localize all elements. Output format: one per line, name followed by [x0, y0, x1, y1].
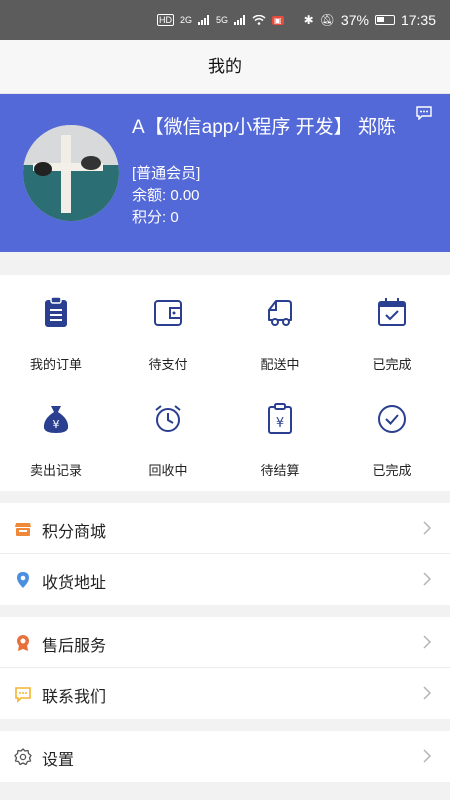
bluetooth-icon: ✱ — [303, 13, 314, 27]
order-item-recycling[interactable]: 回收中 — [112, 401, 224, 479]
order-item-delivering[interactable]: 配送中 — [224, 295, 336, 373]
chevron-right-icon — [423, 749, 432, 763]
signal-2g-label: 2G — [180, 15, 193, 25]
chevron-right-icon — [423, 686, 432, 700]
chat-icon — [15, 687, 31, 703]
location-pin-icon — [17, 572, 29, 588]
check-circle-icon — [378, 405, 406, 433]
menu-group-shopping: 积分商城 收货地址 — [0, 503, 450, 605]
profile-name: A【微信app小程序 开发】 郑陈 — [132, 117, 396, 138]
status-right: ✱ 🔕︎ 37% 17:35 — [304, 12, 436, 28]
app-notification-icon: ▣ — [272, 15, 284, 25]
order-item-label: 已完成 — [372, 463, 412, 478]
menu-item-label: 收货地址 — [42, 575, 107, 592]
member-level: [普通会员] — [132, 165, 201, 182]
order-item-pending-payment[interactable]: 待支付 — [112, 295, 224, 373]
menu-group-support: 售后服务 联系我们 — [0, 617, 450, 719]
wallet-icon — [154, 300, 182, 326]
order-item-completed[interactable]: 已完成 — [336, 295, 448, 373]
menu-item-shipping-address[interactable]: 收货地址 — [0, 554, 450, 605]
money-bag-icon: ¥ — [43, 406, 69, 433]
order-item-pending-settlement[interactable]: ¥ 待结算 — [224, 401, 336, 479]
signal-5g-label: 5G — [216, 15, 229, 25]
signal-bars-icon — [198, 15, 210, 25]
avatar[interactable] — [23, 125, 119, 221]
mute-icon: 🔕︎ — [319, 13, 335, 27]
order-item-my-orders[interactable]: 我的订单 — [0, 295, 112, 373]
status-bar: HD 2G 5G ▣ ✱ 🔕︎ 37% 17:35 — [0, 0, 450, 40]
avatar-photo — [23, 125, 119, 221]
menu-item-points-mall[interactable]: 积分商城 — [0, 503, 450, 554]
menu-item-after-sales[interactable]: 售后服务 — [0, 617, 450, 668]
order-item-label: 我的订单 — [29, 357, 82, 372]
order-status-grid: 我的订单 待支付 配送中 已完成 ¥ 卖出记录 回收中 ¥ 待结算 已完成 — [0, 275, 450, 491]
balance-text: 余额: 0.00 — [132, 187, 200, 204]
profile-card: A【微信app小程序 开发】 郑陈 [普通会员] 余额: 0.00 积分: 0 — [0, 94, 450, 252]
truck-icon — [268, 300, 292, 326]
svg-text:¥: ¥ — [276, 416, 284, 431]
order-item-label: 卖出记录 — [29, 463, 82, 478]
menu-item-label: 设置 — [42, 752, 75, 769]
menu-group-settings: 设置 — [0, 731, 450, 782]
svg-text:¥: ¥ — [53, 418, 60, 431]
clock: 17:35 — [400, 12, 436, 28]
yuan-clipboard-icon: ¥ — [268, 403, 292, 434]
message-icon[interactable] — [416, 106, 432, 120]
shop-icon — [15, 523, 31, 536]
chevron-right-icon — [423, 635, 432, 649]
points-text: 积分: 0 — [132, 209, 179, 226]
wifi-icon — [252, 15, 266, 25]
order-item-label: 待支付 — [148, 357, 188, 372]
battery-icon — [374, 15, 395, 25]
menu-item-label: 积分商城 — [42, 524, 107, 541]
chevron-right-icon — [423, 572, 432, 586]
order-item-label: 已完成 — [372, 357, 412, 372]
calendar-check-icon — [378, 298, 406, 326]
signal-indicators: HD 2G 5G ▣ — [157, 14, 284, 26]
order-item-recycle-completed[interactable]: 已完成 — [336, 401, 448, 479]
chevron-right-icon — [423, 521, 432, 535]
gear-icon — [14, 748, 32, 766]
menu-item-label: 售后服务 — [42, 638, 107, 655]
signal-bars-icon — [234, 15, 246, 25]
order-item-label: 待结算 — [260, 463, 300, 478]
order-item-sold-records[interactable]: ¥ 卖出记录 — [0, 401, 112, 479]
battery-percent: 37% — [340, 12, 369, 28]
badge-icon — [17, 635, 29, 651]
clipboard-list-icon — [45, 296, 67, 327]
order-item-label: 回收中 — [148, 463, 188, 478]
page-title: 我的 — [0, 40, 450, 94]
menu-item-contact-us[interactable]: 联系我们 — [0, 668, 450, 719]
menu-item-settings[interactable]: 设置 — [0, 731, 450, 782]
alarm-clock-icon — [155, 405, 181, 432]
hd-badge: HD — [157, 14, 174, 26]
order-item-label: 配送中 — [260, 357, 300, 372]
menu-item-label: 联系我们 — [42, 689, 107, 706]
